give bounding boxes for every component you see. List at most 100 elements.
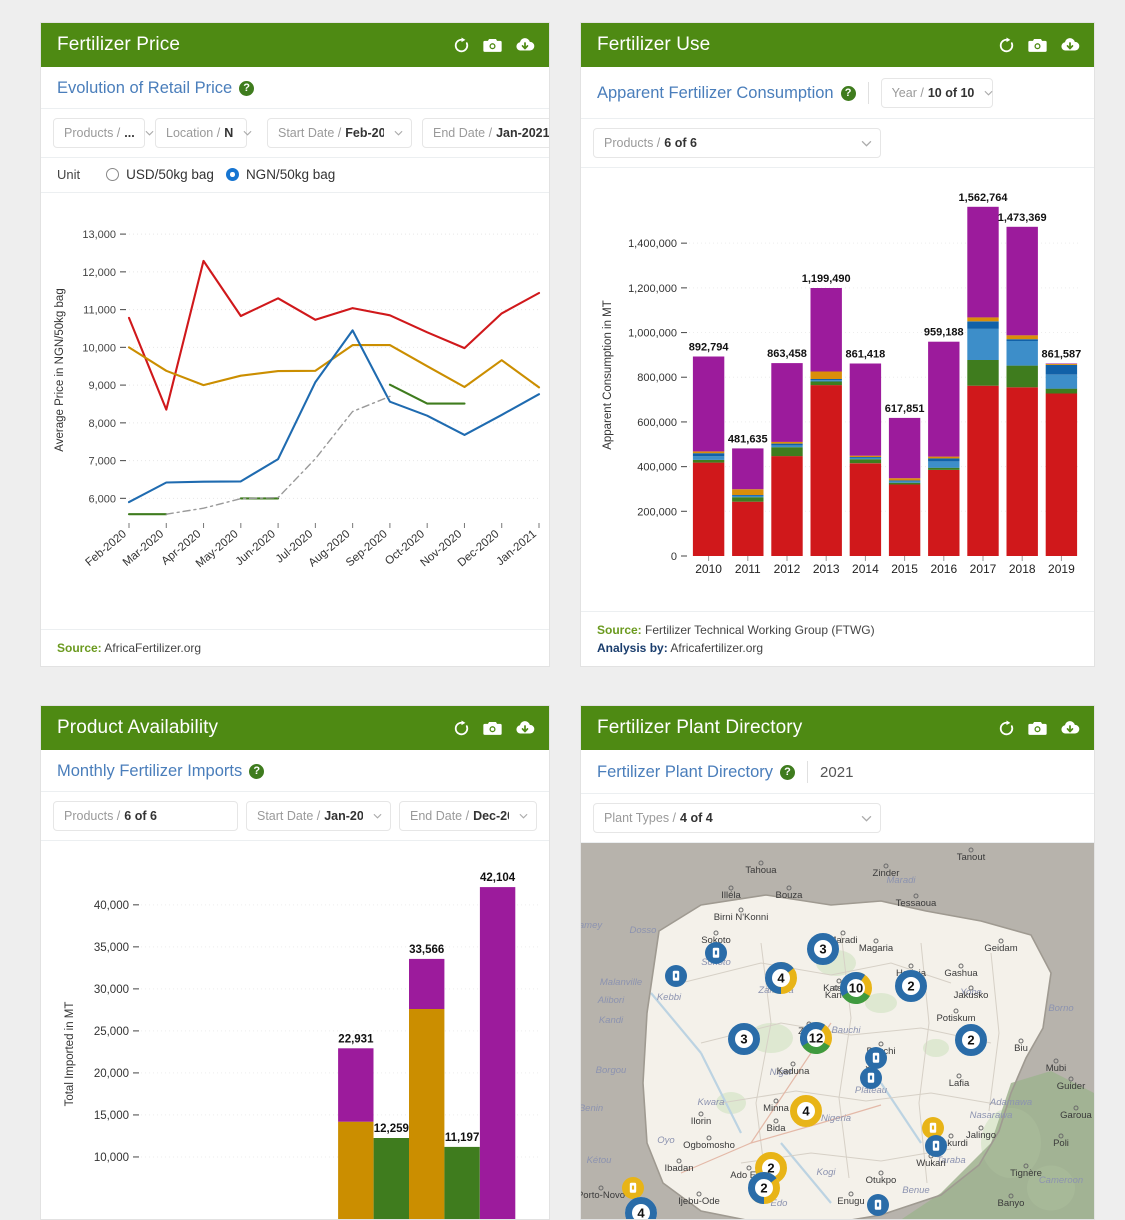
camera-icon[interactable]: [483, 37, 502, 53]
svg-text:Tahoua: Tahoua: [745, 865, 777, 876]
svg-text:Tignère: Tignère: [1010, 1168, 1042, 1179]
refresh-icon[interactable]: [453, 37, 470, 54]
chart-subtitle-text: Apparent Fertilizer Consumption: [597, 83, 834, 102]
svg-text:200,000: 200,000: [637, 506, 677, 518]
refresh-icon[interactable]: [453, 720, 470, 737]
source-label: Source:: [597, 623, 642, 637]
header-actions: [453, 720, 535, 737]
start-date-value: Jan-2019: [324, 809, 363, 823]
svg-text:2013: 2013: [813, 562, 840, 576]
svg-text:30,000: 30,000: [94, 984, 129, 996]
camera-icon[interactable]: [483, 720, 502, 736]
svg-text:42,104: 42,104: [480, 872, 516, 884]
svg-text:Kogi: Kogi: [816, 1167, 836, 1178]
cloud-download-icon[interactable]: [515, 37, 535, 53]
unit-option-ngn-label: NGN/50kg bag: [245, 167, 336, 182]
plant-directory-map[interactable]: MaradiDossoSokotoZamfaraKebbiAliboriBorn…: [581, 843, 1094, 1219]
svg-text:10: 10: [849, 981, 863, 996]
page-title: Fertilizer Use: [597, 34, 711, 55]
year-filter[interactable]: Year / 10 of 10: [880, 78, 993, 108]
svg-text:Kwara: Kwara: [698, 1097, 725, 1108]
svg-text:2012: 2012: [774, 562, 801, 576]
divider: [867, 82, 869, 104]
directory-year: 2021: [820, 763, 854, 781]
svg-text:2015: 2015: [891, 562, 918, 576]
svg-text:Kétou: Kétou: [587, 1155, 613, 1166]
divider: [807, 761, 809, 783]
svg-text:13,000: 13,000: [82, 229, 116, 241]
products-filter[interactable]: Products / ...: [53, 118, 154, 148]
svg-text:2014: 2014: [852, 562, 879, 576]
location-filter[interactable]: Location / N: [155, 118, 252, 148]
source-value: Fertilizer Technical Working Group (FTWG…: [645, 623, 875, 637]
svg-text:22,931: 22,931: [338, 1033, 374, 1045]
analysis-value: Africafertilizer.org: [670, 641, 764, 655]
svg-text:Biu: Biu: [1014, 1043, 1028, 1054]
help-icon[interactable]: ?: [840, 85, 856, 101]
svg-text:Lafia: Lafia: [949, 1078, 970, 1089]
svg-text:4: 4: [777, 971, 785, 986]
help-icon[interactable]: ?: [780, 764, 796, 780]
panel-header: Product Availability: [41, 706, 549, 750]
camera-icon[interactable]: [1028, 37, 1047, 53]
products-filter-value: 6 of 6: [664, 136, 697, 150]
cloud-download-icon[interactable]: [1060, 37, 1080, 53]
svg-text:Poli: Poli: [1053, 1138, 1069, 1149]
camera-icon[interactable]: [1028, 720, 1047, 736]
svg-text:6,000: 6,000: [88, 493, 116, 505]
svg-text:3: 3: [740, 1032, 747, 1047]
cloud-download-icon[interactable]: [515, 720, 535, 736]
products-filter[interactable]: Products / 6 of 6: [593, 128, 881, 158]
start-date-label: Start Date /: [278, 126, 342, 140]
end-date-filter[interactable]: End Date / Dec-2019: [399, 801, 537, 831]
chevron-down-icon: [367, 813, 382, 819]
chevron-down-icon: [139, 130, 154, 136]
help-icon[interactable]: ?: [239, 80, 255, 96]
location-filter-value: N: [224, 126, 234, 140]
svg-text:800,000: 800,000: [637, 372, 677, 384]
svg-text:11,000: 11,000: [83, 305, 116, 317]
chart-footer: Source: Fertilizer Technical Working Gro…: [581, 611, 1094, 666]
map-svg[interactable]: MaradiDossoSokotoZamfaraKebbiAliboriBorn…: [581, 843, 1094, 1219]
svg-text:Jakusko: Jakusko: [954, 990, 989, 1001]
svg-text:Jan-2021: Jan-2021: [494, 528, 538, 568]
start-date-filter[interactable]: Start Date / Jan-2019: [246, 801, 391, 831]
start-date-filter[interactable]: Start Date / Feb-2020: [267, 118, 412, 148]
help-icon[interactable]: ?: [249, 763, 265, 779]
panel-header: Fertilizer Plant Directory: [581, 706, 1094, 750]
stacked-bar-chart-use: 0 200,000 400,000 600,000 800,000 1,000,000 1,…: [581, 168, 1094, 611]
svg-text:2: 2: [967, 1033, 974, 1048]
svg-text:Porto-Novo: Porto-Novo: [581, 1190, 625, 1201]
svg-text:481,635: 481,635: [728, 433, 768, 445]
unit-option-usd[interactable]: USD/50kg bag: [106, 167, 214, 182]
radio-usd[interactable]: [106, 168, 120, 181]
svg-text:Jalingo: Jalingo: [966, 1130, 996, 1141]
filter-row: Products / 6 of 6: [581, 119, 1094, 168]
cloud-download-icon[interactable]: [1060, 720, 1080, 736]
end-date-filter[interactable]: End Date / Jan-2021: [422, 118, 550, 148]
svg-text:25,000: 25,000: [94, 1026, 129, 1038]
chevron-down-icon: [855, 140, 872, 147]
radio-ngn[interactable]: [225, 168, 239, 181]
plant-types-filter[interactable]: Plant Types / 4 of 4: [593, 803, 881, 833]
svg-text:0: 0: [671, 551, 677, 563]
svg-text:1,000,000: 1,000,000: [628, 328, 677, 340]
products-filter[interactable]: Products / 6 of 6: [53, 801, 238, 831]
line-chart-svg: 6,000 7,000 8,000 9,000 10,000 11,000 12,000 13…: [54, 229, 541, 570]
analysis-label: Analysis by:: [597, 641, 668, 655]
refresh-icon[interactable]: [998, 720, 1015, 737]
chart-subtitle: Apparent Fertilizer Consumption ?: [597, 84, 856, 103]
end-date-value: Jan-2021: [496, 126, 550, 140]
svg-text:1,199,490: 1,199,490: [802, 273, 851, 285]
svg-text:Zinder: Zinder: [873, 868, 900, 879]
refresh-icon[interactable]: [998, 37, 1015, 54]
svg-text:10,000: 10,000: [94, 1152, 129, 1164]
svg-text:Guider: Guider: [1057, 1081, 1086, 1092]
svg-text:Bauchi: Bauchi: [831, 1025, 861, 1036]
chevron-down-icon: [855, 815, 872, 822]
unit-option-ngn[interactable]: NGN/50kg bag: [225, 167, 336, 182]
products-filter-value: 6 of 6: [124, 809, 157, 823]
filter-row: Plant Types / 4 of 4: [581, 794, 1094, 843]
svg-text:Geidam: Geidam: [984, 943, 1017, 954]
svg-text:Ibadan: Ibadan: [664, 1163, 693, 1174]
